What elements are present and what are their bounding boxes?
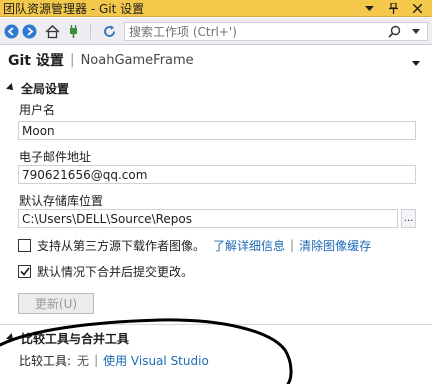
compare-tool-separator: | [94, 353, 99, 367]
close-icon[interactable] [408, 0, 426, 17]
avatar-option-label: 支持从第三方源下载作者图像。 [37, 238, 206, 253]
compare-tool-value: 无 [77, 353, 90, 368]
page-header: Git 设置 | NoahGameFrame [0, 46, 432, 74]
search-input[interactable] [125, 23, 383, 40]
header-separator: | [69, 52, 75, 68]
section-diff-merge-tools[interactable]: 比较工具与合并工具 [0, 329, 432, 347]
update-button[interactable]: 更新(U) [18, 293, 94, 314]
section-global-title: 全局设置 [21, 81, 70, 96]
page-title: Git 设置 [8, 53, 64, 69]
section-global-settings[interactable]: 全局设置 [0, 79, 432, 97]
use-visual-studio-link[interactable]: 使用 Visual Studio [103, 352, 209, 369]
section-diff-title: 比较工具与合并工具 [21, 331, 130, 346]
toolbar [0, 18, 432, 45]
plug-connect-icon[interactable] [65, 23, 82, 40]
avatar-option-checkbox[interactable] [18, 238, 31, 252]
avatar-option-row: 支持从第三方源下载作者图像。 了解详细信息 | 清除图像缓存 [18, 237, 371, 253]
compare-tool-label: 比较工具: [19, 353, 72, 368]
merge-commit-label: 默认情况下合并后提交更改。 [37, 264, 194, 279]
pin-icon[interactable] [384, 0, 402, 17]
repo-name[interactable]: NoahGameFrame [81, 53, 194, 68]
collapse-triangle-icon[interactable] [6, 333, 16, 343]
repo-location-field[interactable] [18, 209, 398, 228]
home-icon[interactable] [44, 23, 61, 40]
refresh-icon[interactable] [101, 23, 118, 40]
merge-commit-row: 默认情况下合并后提交更改。 [18, 263, 193, 279]
search-icon[interactable] [383, 23, 405, 40]
learn-more-link[interactable]: 了解详细信息 [213, 237, 285, 254]
back-icon[interactable] [3, 23, 20, 40]
toolbar-separator [90, 24, 91, 39]
compare-tool-row: 比较工具: 无 | 使用 Visual Studio [19, 352, 209, 368]
chevron-down-icon[interactable] [412, 55, 420, 69]
checkmark-icon [19, 267, 30, 276]
repo-location-label: 默认存储库位置 [19, 194, 104, 208]
email-label: 电子邮件地址 [19, 150, 92, 164]
search-box[interactable] [124, 22, 428, 41]
forward-icon[interactable] [21, 23, 38, 40]
clear-image-cache-link[interactable]: 清除图像缓存 [299, 237, 371, 254]
username-label: 用户名 [19, 103, 56, 117]
section-divider [0, 324, 432, 325]
window-titlebar: 团队资源管理器 - Git 设置 [0, 0, 432, 17]
collapse-triangle-icon[interactable] [6, 83, 16, 93]
chevron-down-icon[interactable] [360, 0, 378, 17]
merge-commit-checkbox[interactable] [18, 264, 31, 278]
link-separator: | [290, 238, 295, 252]
username-field[interactable] [18, 121, 416, 140]
search-dropdown-icon[interactable] [405, 23, 427, 40]
browse-button[interactable]: ... [401, 209, 416, 228]
window-title: 团队资源管理器 - Git 设置 [3, 1, 145, 16]
email-field[interactable] [18, 165, 416, 184]
